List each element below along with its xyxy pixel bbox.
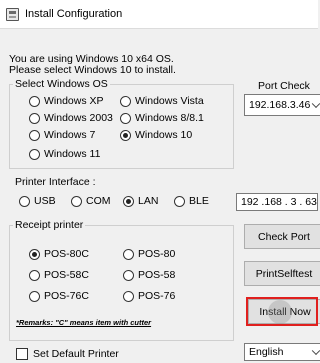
radio-dot bbox=[29, 269, 40, 281]
radio-dot bbox=[120, 112, 131, 124]
chevron-down-icon bbox=[311, 346, 320, 356]
radio-label: POS-80 bbox=[138, 248, 176, 260]
radio-label: BLE bbox=[189, 195, 209, 207]
port-ip-value: 192.168.3.46 bbox=[249, 99, 311, 111]
intro-text: You are using Windows 10 x64 OS. Please … bbox=[9, 54, 176, 76]
radio-windows-7[interactable]: Windows 7 bbox=[29, 129, 95, 141]
radio-pos-80[interactable]: POS-80 bbox=[123, 248, 175, 260]
radio-lan[interactable]: LAN bbox=[123, 195, 158, 207]
radio-label: Windows XP bbox=[44, 95, 104, 107]
radio-label: POS-76 bbox=[138, 290, 176, 302]
installer-app-icon bbox=[6, 8, 19, 21]
radio-label: Windows 7 bbox=[44, 129, 96, 141]
radio-label: POS-58 bbox=[138, 269, 176, 281]
radio-usb[interactable]: USB bbox=[19, 195, 56, 207]
radio-ble[interactable]: BLE bbox=[174, 195, 209, 207]
radio-windows-xp[interactable]: Windows XP bbox=[29, 95, 104, 107]
check-port-button[interactable]: Check Port bbox=[244, 224, 320, 249]
radio-dot bbox=[123, 269, 134, 281]
radio-windows-2003[interactable]: Windows 2003 bbox=[29, 112, 113, 124]
receipt-group-legend: Receipt printer bbox=[13, 219, 86, 231]
interface-label: Printer Interface : bbox=[15, 176, 96, 188]
set-default-printer-checkbox[interactable] bbox=[16, 348, 28, 360]
port-ip-dropdown[interactable]: 192.168.3.46 bbox=[244, 94, 320, 116]
radio-windows-10[interactable]: Windows 10 bbox=[120, 129, 192, 141]
radio-label: LAN bbox=[138, 195, 159, 207]
radio-windows-11[interactable]: Windows 11 bbox=[29, 148, 100, 160]
radio-pos-80c[interactable]: POS-80C bbox=[29, 248, 89, 260]
radio-dot bbox=[19, 195, 30, 207]
chevron-down-icon bbox=[311, 99, 320, 109]
ip-address-value: 192 .168 . 3 . 63 bbox=[241, 196, 317, 208]
radio-dot bbox=[71, 195, 82, 207]
intro-line-2: Please select Windows 10 to install. bbox=[9, 64, 176, 76]
radio-label: POS-80C bbox=[44, 248, 89, 260]
radio-label: POS-76C bbox=[44, 290, 89, 302]
print-selftest-button[interactable]: PrintSelftest bbox=[244, 261, 320, 286]
radio-pos-58c[interactable]: POS-58C bbox=[29, 269, 89, 281]
radio-windows-vista[interactable]: Windows Vista bbox=[120, 95, 204, 107]
radio-windows-8[interactable]: Windows 8/8.1 bbox=[120, 112, 204, 124]
radio-dot bbox=[29, 95, 40, 107]
radio-dot bbox=[123, 248, 134, 260]
radio-dot bbox=[174, 195, 185, 207]
radio-com[interactable]: COM bbox=[71, 195, 111, 207]
radio-label: USB bbox=[34, 195, 56, 207]
radio-dot bbox=[120, 95, 131, 107]
cursor-indicator bbox=[268, 300, 292, 324]
radio-pos-58[interactable]: POS-58 bbox=[123, 269, 175, 281]
ip-address-field[interactable]: 192 .168 . 3 . 63 bbox=[236, 193, 318, 211]
language-dropdown[interactable]: English bbox=[244, 343, 320, 361]
radio-dot bbox=[29, 112, 40, 124]
radio-label: Windows 10 bbox=[135, 129, 193, 141]
radio-dot-selected bbox=[123, 195, 134, 207]
radio-label: Windows 11 bbox=[44, 148, 101, 160]
radio-label: Windows 8/8.1 bbox=[135, 112, 204, 124]
radio-label: Windows 2003 bbox=[44, 112, 113, 124]
radio-dot bbox=[29, 290, 40, 302]
radio-pos-76[interactable]: POS-76 bbox=[123, 290, 175, 302]
title-bar: Install Configuration bbox=[0, 0, 318, 29]
os-group-legend: Select Windows OS bbox=[13, 78, 110, 90]
radio-dot bbox=[123, 290, 134, 302]
port-check-label: Port Check bbox=[258, 80, 310, 92]
radio-dot bbox=[29, 148, 40, 160]
radio-dot-selected bbox=[120, 129, 131, 141]
radio-label: Windows Vista bbox=[135, 95, 204, 107]
remarks-text: *Remarks: "C" means item with cutter bbox=[16, 318, 152, 327]
radio-pos-76c[interactable]: POS-76C bbox=[29, 290, 89, 302]
window-title: Install Configuration bbox=[25, 8, 123, 20]
radio-label: COM bbox=[86, 195, 111, 207]
radio-dot bbox=[29, 129, 40, 141]
set-default-printer-label: Set Default Printer bbox=[33, 348, 119, 360]
radio-label: POS-58C bbox=[44, 269, 89, 281]
radio-dot-selected bbox=[29, 248, 40, 260]
language-value: English bbox=[249, 346, 284, 358]
